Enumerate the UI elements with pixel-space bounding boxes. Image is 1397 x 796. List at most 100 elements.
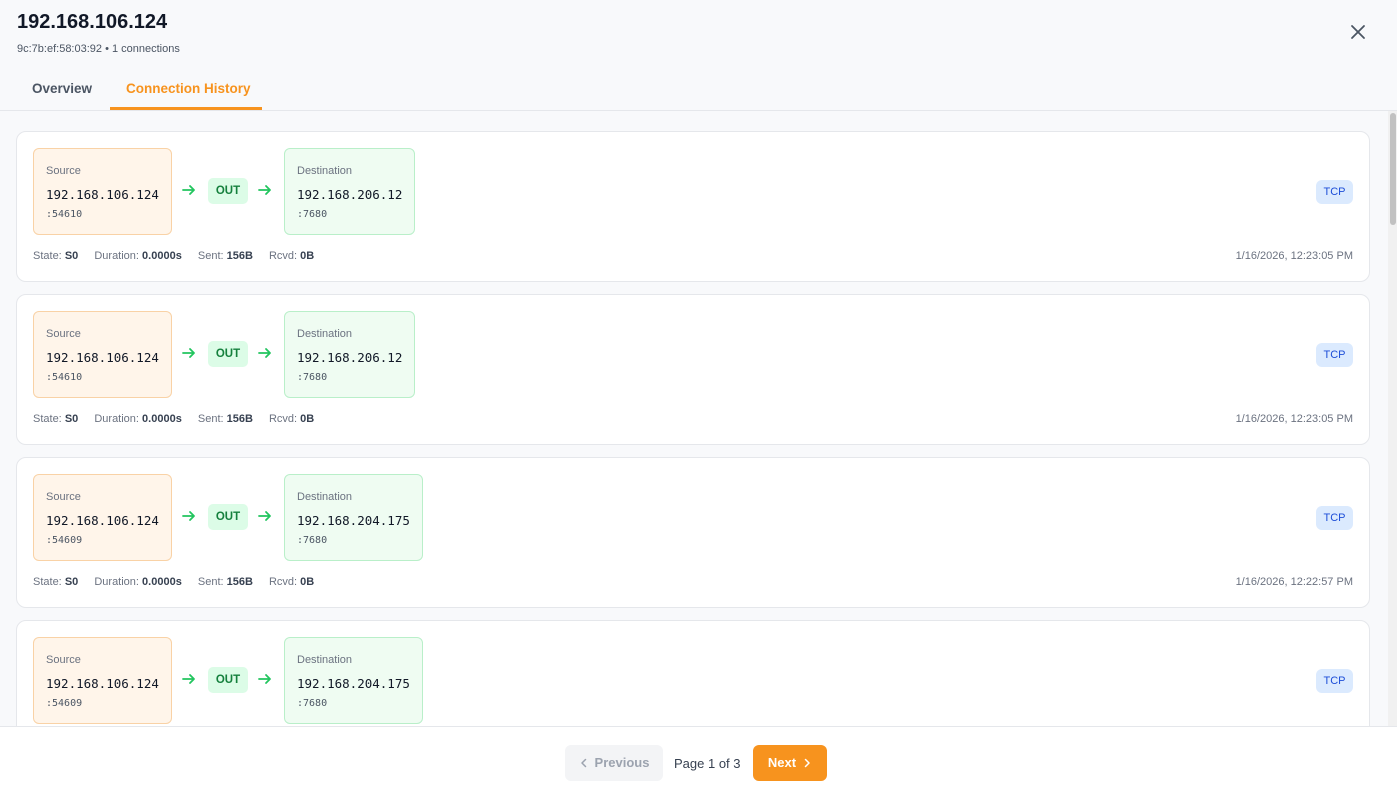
arrow-right-icon [258,185,271,195]
protocol-badge: TCP [1316,180,1353,204]
destination-label: Destination [297,328,353,340]
source-port: :54609 [46,535,83,546]
destination-port: :7680 [297,535,328,546]
chevron-left-icon [580,758,586,768]
state-value: S0 [64,576,79,588]
previous-label: Previous [594,755,650,770]
previous-button[interactable]: Previous [565,745,663,781]
connection-card: Source 192.168.106.124 :54610 OUT Destin… [16,131,1370,282]
destination-box: Destination 192.168.204.175 :7680 [284,637,423,724]
destination-port: :7680 [297,209,328,220]
source-ip: 192.168.106.124 [46,187,159,202]
arrow-right-icon [182,348,195,358]
source-ip: 192.168.106.124 [46,513,159,528]
arrow-right-icon [258,511,271,521]
rcvd-label: Rcvd: [268,413,298,425]
destination-label: Destination [297,654,353,666]
destination-box: Destination 192.168.206.12 :7680 [284,148,415,235]
state-label: State: [33,576,62,588]
connection-timestamp: 1/16/2026, 12:23:05 PM [1235,250,1353,262]
source-port: :54610 [46,209,83,220]
source-port: :54610 [46,372,83,383]
source-box: Source 192.168.106.124 :54610 [33,311,172,398]
dialog-header: 192.168.106.124 9c:7b:ef:58:03:92 • 1 co… [0,0,1397,111]
page-subtitle: 9c:7b:ef:58:03:92 • 1 connections [17,43,180,55]
sent-label: Sent: [197,250,224,262]
state-label: State: [33,250,62,262]
arrow-right-icon [258,674,271,684]
page-title: 192.168.106.124 [17,11,168,33]
connection-card: Source 192.168.106.124 :54609 OUT Destin… [16,620,1370,726]
rcvd-label: Rcvd: [268,250,298,262]
rcvd-value: 0B [300,250,315,262]
active-tab-indicator [110,107,262,110]
connection-list[interactable]: Source 192.168.106.124 :54610 OUT Destin… [0,111,1388,726]
rcvd-label: Rcvd: [268,576,298,588]
direction-badge: OUT [208,178,248,204]
close-icon [1351,25,1365,39]
connection-card: Source 192.168.106.124 :54609 OUT Destin… [16,457,1370,608]
protocol-badge: TCP [1316,506,1353,530]
source-port: :54609 [46,698,83,709]
rcvd-value: 0B [300,576,315,588]
destination-ip: 192.168.204.175 [297,513,410,528]
source-label: Source [46,165,81,177]
direction-badge: OUT [208,341,248,367]
sent-label: Sent: [197,576,224,588]
arrow-right-icon [182,185,195,195]
arrow-right-icon [258,348,271,358]
destination-ip: 192.168.206.12 [297,350,403,365]
duration-label: Duration: [94,576,139,588]
source-box: Source 192.168.106.124 :54610 [33,148,172,235]
pagination-footer: Previous Page 1 of 3 Next [0,726,1397,796]
destination-label: Destination [297,165,353,177]
destination-port: :7680 [297,372,328,383]
state-value: S0 [64,250,79,262]
source-box: Source 192.168.106.124 :54609 [33,474,172,561]
connection-meta: State: S0 Duration: 0.0000s Sent: 156B R… [33,576,327,588]
connection-meta: State: S0 Duration: 0.0000s Sent: 156B R… [33,250,327,262]
protocol-badge: TCP [1316,343,1353,367]
close-button[interactable] [1347,21,1369,43]
connection-card: Source 192.168.106.124 :54610 OUT Destin… [16,294,1370,445]
destination-label: Destination [297,491,353,503]
destination-box: Destination 192.168.206.12 :7680 [284,311,415,398]
state-value: S0 [64,413,79,425]
sent-value: 156B [226,413,253,425]
duration-label: Duration: [94,413,139,425]
page-info: Page 1 of 3 [674,756,741,771]
direction-badge: OUT [208,504,248,530]
tab-connection-history[interactable]: Connection History [126,81,251,96]
tab-overview[interactable]: Overview [32,81,92,96]
source-label: Source [46,654,81,666]
scrollbar-thumb[interactable] [1390,113,1396,225]
duration-value: 0.0000s [142,576,182,588]
connection-timestamp: 1/16/2026, 12:23:05 PM [1235,413,1353,425]
source-ip: 192.168.106.124 [46,350,159,365]
sent-label: Sent: [197,413,224,425]
direction-badge: OUT [208,667,248,693]
arrow-right-icon [182,674,195,684]
chevron-right-icon [804,758,810,768]
source-label: Source [46,491,81,503]
source-box: Source 192.168.106.124 :54609 [33,637,172,724]
connection-timestamp: 1/16/2026, 12:22:57 PM [1235,576,1353,588]
protocol-badge: TCP [1316,669,1353,693]
arrow-right-icon [182,511,195,521]
sent-value: 156B [226,576,253,588]
destination-ip: 192.168.206.12 [297,187,403,202]
rcvd-value: 0B [300,413,315,425]
connection-meta: State: S0 Duration: 0.0000s Sent: 156B R… [33,413,327,425]
state-label: State: [33,413,62,425]
sent-value: 156B [226,250,253,262]
duration-label: Duration: [94,250,139,262]
source-label: Source [46,328,81,340]
destination-port: :7680 [297,698,328,709]
duration-value: 0.0000s [142,413,182,425]
duration-value: 0.0000s [142,250,182,262]
next-button[interactable]: Next [753,745,827,781]
next-label: Next [767,755,797,770]
source-ip: 192.168.106.124 [46,676,159,691]
destination-ip: 192.168.204.175 [297,676,410,691]
destination-box: Destination 192.168.204.175 :7680 [284,474,423,561]
